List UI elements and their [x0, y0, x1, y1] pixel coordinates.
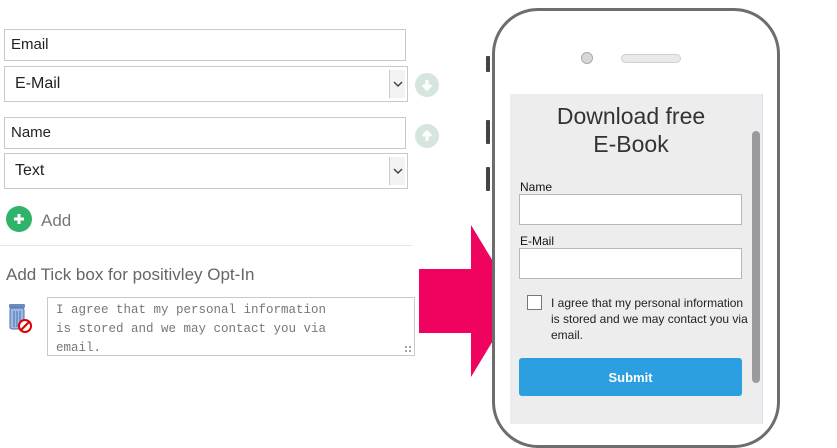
- phone-button: [486, 120, 490, 144]
- move-down-icon[interactable]: [415, 73, 439, 97]
- chevron-down-icon[interactable]: [389, 70, 405, 98]
- optin-text-value: I agree that my personal information is …: [56, 303, 327, 355]
- form-title: Download free E-Book: [515, 102, 747, 158]
- phone-button: [486, 56, 490, 72]
- phone-button: [486, 167, 490, 191]
- trash-icon[interactable]: [6, 303, 32, 338]
- add-field-icon[interactable]: [6, 206, 32, 232]
- speaker-grille: [621, 54, 681, 63]
- email-input[interactable]: [519, 248, 742, 279]
- name-label: Name: [520, 180, 553, 194]
- form-title-line1: Download free: [556, 103, 706, 129]
- add-field-button[interactable]: Add: [41, 211, 71, 231]
- field-label-input-name[interactable]: Name: [4, 117, 406, 149]
- field-type-select-name[interactable]: Text: [4, 153, 408, 189]
- field-type-select-email[interactable]: E-Mail: [4, 66, 408, 102]
- field-label-input-email[interactable]: Email: [4, 29, 406, 61]
- name-input[interactable]: [519, 194, 742, 225]
- optin-title: Add Tick box for positivley Opt-In: [6, 265, 255, 284]
- consent-checkbox[interactable]: [527, 295, 542, 310]
- form-title-line2: E-Book: [593, 131, 669, 157]
- resize-handle-icon[interactable]: [404, 345, 412, 353]
- submit-button[interactable]: Submit: [519, 358, 742, 396]
- field-type-value: E-Mail: [15, 75, 61, 92]
- consent-text: I agree that my personal information is …: [551, 296, 748, 342]
- move-up-icon[interactable]: [415, 124, 439, 148]
- field-type-value: Text: [15, 162, 45, 179]
- email-label: E-Mail: [520, 234, 555, 248]
- optin-text-area[interactable]: I agree that my personal information is …: [47, 297, 415, 356]
- divider: [0, 245, 412, 246]
- camera-icon: [581, 52, 593, 64]
- chevron-down-icon[interactable]: [389, 157, 405, 185]
- scrollbar[interactable]: [752, 131, 760, 383]
